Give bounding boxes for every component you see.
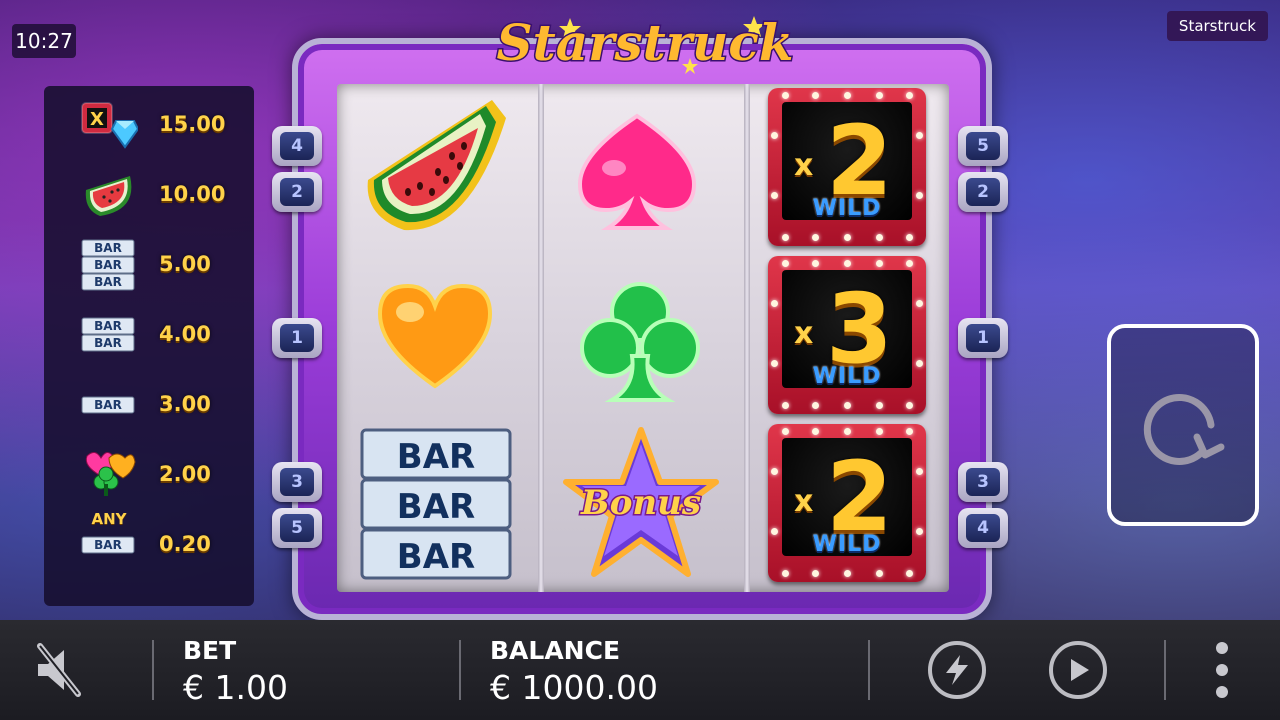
paytable-value: 4.00: [159, 322, 211, 346]
spade-icon: [574, 110, 700, 238]
svg-text:BAR: BAR: [397, 537, 475, 577]
svg-text:Bonus: Bonus: [580, 483, 701, 523]
payline-badge-left: 4: [272, 126, 322, 166]
bottom-bar: BET € 1.00 BALANCE € 1000.00: [0, 620, 1280, 720]
refresh-icon: [1143, 393, 1225, 465]
play-icon: [1071, 659, 1089, 681]
any-label: ANY: [91, 510, 127, 528]
balance-value: € 1000.00: [490, 668, 658, 707]
menu-dots-icon[interactable]: [1214, 642, 1230, 698]
reel-divider: [744, 84, 750, 592]
heart-icon: [372, 278, 498, 398]
payline-badge-right: 2: [958, 172, 1008, 212]
svg-text:BAR: BAR: [94, 538, 122, 552]
autoplay-button[interactable]: [1049, 641, 1107, 699]
lightning-icon: [946, 655, 968, 685]
any-bar-icon: BAR: [74, 530, 142, 560]
triple-bar-icon: BAR BAR BAR: [74, 239, 142, 291]
sound-off-icon[interactable]: [34, 642, 84, 698]
paytable-value: 2.00: [159, 462, 211, 486]
svg-text:BAR: BAR: [94, 258, 122, 272]
paytable-row: X 15.00: [44, 94, 254, 154]
payline-badge-left: 3: [272, 462, 322, 502]
svg-text:X: X: [90, 109, 104, 130]
paytable-row: BAR BAR 4.00: [44, 304, 254, 364]
payline-badge-right: 5: [958, 126, 1008, 166]
svg-text:BAR: BAR: [94, 275, 122, 289]
watermelon-icon: [74, 170, 142, 220]
svg-text:BAR: BAR: [94, 241, 122, 255]
paytable-row: 2.00: [44, 444, 254, 504]
reel-divider: [538, 84, 544, 592]
bar-divider: [152, 640, 154, 700]
bet-label: BET: [183, 636, 237, 665]
paytable-row: ANY BAR 0.20: [44, 510, 254, 574]
bet-value[interactable]: € 1.00: [183, 668, 288, 707]
paytable-row: BAR 3.00: [44, 374, 254, 434]
triple-bar-symbol: BAR BAR BAR: [360, 428, 512, 586]
bar-divider: [868, 640, 870, 700]
single-bar-icon: BAR: [74, 380, 142, 430]
turbo-button[interactable]: [928, 641, 986, 699]
logo-text: Starstruck: [497, 13, 794, 72]
paytable-panel: X 15.00 10.00 BAR BAR BAR 5.00 BAR BAR 4…: [44, 86, 254, 606]
game-logo: Starstruck: [458, 4, 832, 80]
paytable-value: 5.00: [159, 252, 211, 276]
clock: 10:27: [12, 24, 76, 58]
paytable-value: 0.20: [159, 532, 211, 556]
bar-divider: [459, 640, 461, 700]
game-stage: 10:27 Starstruck X 15.00 10.00 BAR BAR B…: [0, 0, 1280, 720]
svg-text:BAR: BAR: [94, 319, 122, 333]
club-icon: [576, 276, 704, 408]
bonus-star-icon: Bonus: [560, 424, 722, 588]
wild-x2-symbol: x 2 WILD: [768, 88, 926, 246]
spin-button[interactable]: [1107, 324, 1259, 526]
double-bar-icon: BAR BAR: [74, 310, 142, 360]
wild-x3-symbol: x 3 WILD: [768, 256, 926, 414]
svg-text:BAR: BAR: [397, 437, 475, 477]
watermelon-icon: [360, 96, 512, 242]
game-name-tag: Starstruck: [1166, 11, 1268, 41]
wild-diamond-icon: X: [74, 100, 142, 150]
bar-divider: [1164, 640, 1166, 700]
payline-badge-left: 1: [272, 318, 322, 358]
card-suits-icon: [74, 450, 142, 500]
paytable-row: 10.00: [44, 164, 254, 224]
payline-badge-right: 1: [958, 318, 1008, 358]
paytable-value: 15.00: [159, 112, 226, 136]
svg-text:BAR: BAR: [94, 336, 122, 350]
payline-badge-right: 3: [958, 462, 1008, 502]
balance-label: BALANCE: [490, 636, 621, 665]
payline-badge-left: 2: [272, 172, 322, 212]
paytable-row: BAR BAR BAR 5.00: [44, 234, 254, 294]
wild-x2-symbol: x 2 WILD: [768, 424, 926, 582]
svg-text:BAR: BAR: [94, 398, 122, 412]
payline-badge-left: 5: [272, 508, 322, 548]
payline-badge-right: 4: [958, 508, 1008, 548]
paytable-value: 3.00: [159, 392, 211, 416]
paytable-value: 10.00: [159, 182, 226, 206]
svg-text:BAR: BAR: [397, 487, 475, 527]
